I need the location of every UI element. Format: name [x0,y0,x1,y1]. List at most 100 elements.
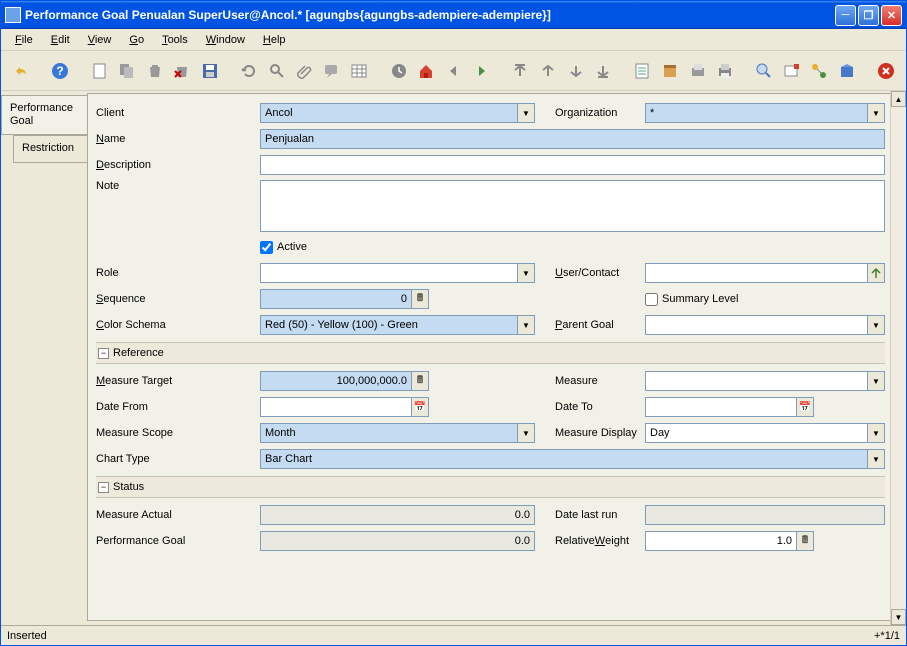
undo-icon[interactable] [9,59,33,83]
forward-icon[interactable] [469,59,493,83]
name-input[interactable] [260,129,885,149]
measurescope-input[interactable] [260,423,517,443]
workflow-icon[interactable] [808,59,832,83]
home-icon[interactable] [414,59,438,83]
chevron-down-icon[interactable]: ▼ [867,449,885,469]
grid-icon[interactable] [347,59,371,83]
window-title: Performance Goal Penualan SuperUser@Anco… [25,8,835,22]
help-icon[interactable]: ? [48,59,72,83]
vertical-scrollbar[interactable]: ▲ ▼ [890,91,906,625]
find-icon[interactable] [265,59,289,83]
scroll-up-icon[interactable]: ▲ [891,91,906,107]
menu-view[interactable]: View [82,32,118,48]
report-icon[interactable] [631,59,655,83]
usercontact-field[interactable] [645,263,885,283]
minimize-button[interactable]: ─ [835,5,856,26]
scroll-down-icon[interactable]: ▼ [891,609,906,625]
prev-icon[interactable] [536,59,560,83]
delete-icon[interactable] [143,59,167,83]
close-button[interactable]: ✕ [881,5,902,26]
dateto-field[interactable]: 📅 [645,397,814,417]
note-input[interactable] [260,180,885,232]
attachment-icon[interactable] [292,59,316,83]
chevron-down-icon[interactable]: ▼ [517,103,535,123]
label-usercontact: User/Contact [555,267,645,279]
scroll-track[interactable] [891,107,906,609]
role-input[interactable] [260,263,517,283]
measuredisplay-input[interactable] [645,423,867,443]
measuredisplay-field[interactable]: ▼ [645,423,885,443]
print-icon[interactable] [713,59,737,83]
role-field[interactable]: ▼ [260,263,535,283]
zoom-icon[interactable] [753,59,777,83]
dateto-input[interactable] [645,397,796,417]
calculator-icon[interactable]: 🖩 [411,289,429,309]
maximize-button[interactable]: ❐ [858,5,879,26]
description-input[interactable] [260,155,885,175]
menu-go[interactable]: Go [123,32,150,48]
product-icon[interactable] [835,59,859,83]
menu-file[interactable]: File [9,32,39,48]
back-icon[interactable] [442,59,466,83]
calculator-icon[interactable]: 🖩 [411,371,429,391]
calendar-icon[interactable]: 📅 [796,397,814,417]
datefrom-input[interactable] [260,397,411,417]
calendar-icon[interactable]: 📅 [411,397,429,417]
measurescope-field[interactable]: ▼ [260,423,535,443]
active-checkbox[interactable] [260,241,273,254]
tab-restriction[interactable]: Restriction [13,135,87,162]
menu-edit[interactable]: Edit [45,32,76,48]
tab-performance-goal[interactable]: Performance Goal [1,95,87,135]
client-field[interactable]: ▼ [260,103,535,123]
menu-window[interactable]: Window [200,32,251,48]
collapse-icon[interactable]: − [98,348,109,359]
charttype-field[interactable]: ▼ [260,449,885,469]
sequence-input[interactable] [260,289,411,309]
menu-tools[interactable]: Tools [156,32,194,48]
client-input[interactable] [260,103,517,123]
save-icon[interactable] [198,59,222,83]
measure-field[interactable]: ▼ [645,371,885,391]
last-icon[interactable] [591,59,615,83]
parentgoal-field[interactable]: ▼ [645,315,885,335]
request-icon[interactable] [780,59,804,83]
colorschema-field[interactable]: ▼ [260,315,535,335]
exit-icon[interactable] [875,59,899,83]
calculator-icon[interactable]: 🖩 [796,531,814,551]
archive-icon[interactable] [658,59,682,83]
charttype-input[interactable] [260,449,867,469]
refresh-icon[interactable] [237,59,261,83]
menu-help[interactable]: Help [257,32,292,48]
copy-icon[interactable] [115,59,139,83]
measuretarget-field[interactable]: 🖩 [260,371,429,391]
new-icon[interactable] [88,59,112,83]
lookup-icon[interactable] [867,263,885,283]
relativeweight-input[interactable] [645,531,796,551]
chat-icon[interactable] [320,59,344,83]
label-colorschema: Color Schema [96,319,260,331]
parentgoal-input[interactable] [645,315,867,335]
sequence-field[interactable]: 🖩 [260,289,429,309]
chevron-down-icon[interactable]: ▼ [867,371,885,391]
organization-input[interactable] [645,103,867,123]
chevron-down-icon[interactable]: ▼ [867,103,885,123]
chevron-down-icon[interactable]: ▼ [517,423,535,443]
printpreview-icon[interactable] [686,59,710,83]
relativeweight-field[interactable]: 🖩 [645,531,814,551]
measure-input[interactable] [645,371,867,391]
datefrom-field[interactable]: 📅 [260,397,429,417]
deleteselect-icon[interactable] [170,59,194,83]
measuretarget-input[interactable] [260,371,411,391]
organization-field[interactable]: ▼ [645,103,885,123]
chevron-down-icon[interactable]: ▼ [517,263,535,283]
history-icon[interactable] [387,59,411,83]
collapse-icon[interactable]: − [98,482,109,493]
first-icon[interactable] [509,59,533,83]
colorschema-input[interactable] [260,315,517,335]
next-icon[interactable] [564,59,588,83]
summarylevel-checkbox[interactable] [645,293,658,306]
usercontact-input[interactable] [645,263,867,283]
chevron-down-icon[interactable]: ▼ [867,423,885,443]
chevron-down-icon[interactable]: ▼ [517,315,535,335]
chevron-down-icon[interactable]: ▼ [867,315,885,335]
